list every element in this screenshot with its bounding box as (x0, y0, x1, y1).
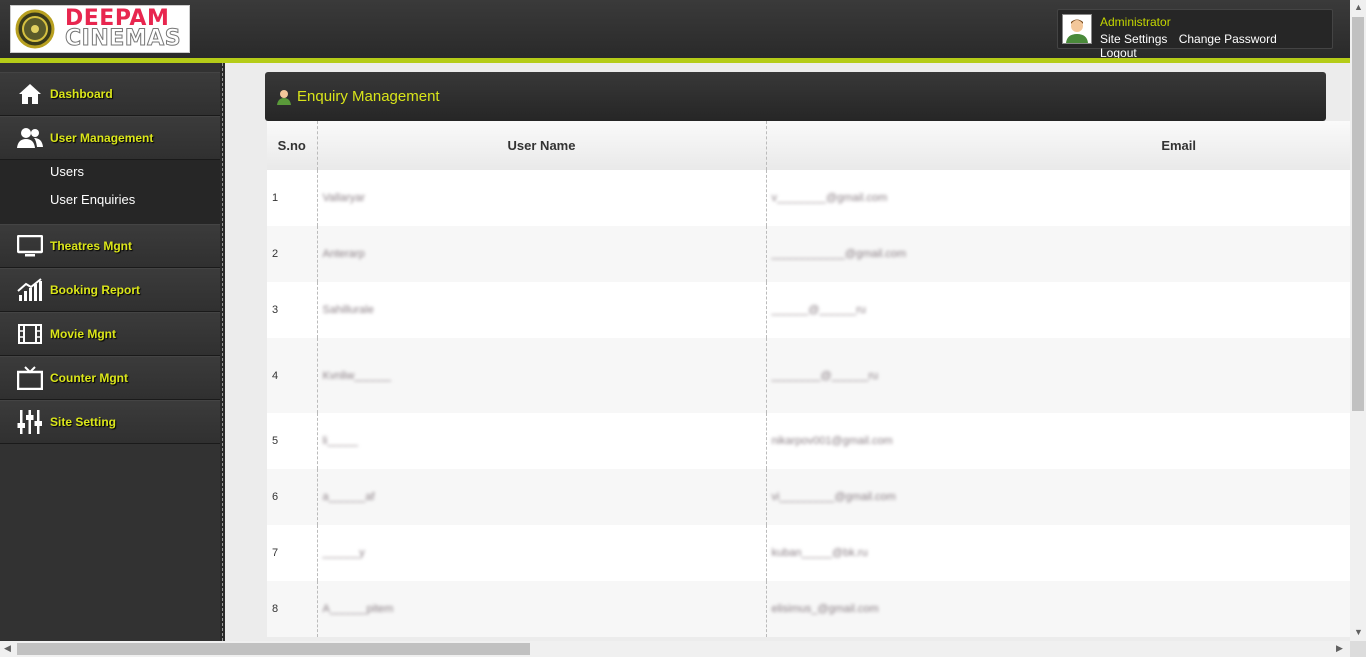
panel-title: Enquiry Management (297, 88, 440, 105)
cell-user-name: A______pitem (322, 603, 394, 615)
table-row: 7 ______y kuban_____@bk.ru (267, 525, 1350, 581)
cell-user-name: Sahillurale (322, 304, 374, 316)
film-reel-emblem-icon (11, 6, 59, 52)
cell-email: ______@______ru (771, 304, 866, 316)
table-row: 8 A______pitem elisimus_@gmail.com (267, 581, 1350, 637)
change-password-link[interactable]: Change Password (1179, 32, 1277, 46)
cell-sno: 7 (267, 525, 318, 581)
scroll-left-arrow-icon[interactable]: ◀ (4, 643, 11, 654)
cell-email: elisimus_@gmail.com (771, 603, 879, 615)
cell-user-name: Kvnliw______ (322, 369, 392, 382)
vertical-scrollbar-thumb[interactable] (1352, 17, 1364, 411)
site-settings-link[interactable]: Site Settings (1100, 32, 1167, 46)
table-row: 6 a______af vi_________@gmail.com (267, 469, 1350, 525)
cell-email: nikarpov001@gmail.com (771, 435, 893, 447)
cell-sno: 2 (267, 226, 318, 282)
scroll-down-arrow-icon[interactable]: ▼ (1354, 627, 1363, 637)
cell-user-name: a______af (322, 491, 375, 503)
sidebar-item-label: Theatres Mgnt (50, 239, 133, 253)
table-row: 5 li_____ nikarpov001@gmail.com (267, 413, 1350, 469)
sidebar-item-site-setting[interactable]: Site Setting (0, 400, 220, 444)
user-management-submenu: Users User Enquiries (0, 160, 220, 224)
top-header: DEEPAM CINEMAS Administrator Site Settin… (0, 0, 1350, 60)
main-content: Enquiry Management S.no User Name Email … (226, 63, 1350, 641)
cell-user-name: ______y (322, 547, 365, 559)
table-row: 3 Sahillurale ______@______ru (267, 282, 1350, 338)
sidebar-item-movie-mgnt[interactable]: Movie Mgnt (0, 312, 220, 356)
film-icon (17, 322, 43, 346)
cell-sno: 5 (267, 413, 318, 469)
submenu-item-users[interactable]: Users (50, 164, 84, 179)
table-row: 2 Anterarp ____________@gmail.com (267, 226, 1350, 282)
sidebar-item-label: Booking Report (50, 283, 140, 297)
sidebar-dashed-border (222, 63, 223, 641)
cell-sno: 4 (267, 338, 318, 413)
sidebar-item-label: Site Setting (50, 415, 117, 429)
horizontal-scrollbar-thumb[interactable] (17, 643, 530, 655)
sidebar-item-dashboard[interactable]: Dashboard (0, 72, 220, 116)
cell-sno: 6 (267, 469, 318, 525)
cell-email: vi_________@gmail.com (771, 491, 896, 503)
sidebar-item-label: User Management (50, 131, 154, 145)
column-header-user-name[interactable]: User Name (317, 121, 767, 170)
table-row: 1 Vallaryar v________@gmail.com (267, 170, 1350, 226)
cell-user-name: Anterarp (322, 248, 365, 260)
sliders-icon (17, 410, 43, 434)
cell-email: kuban_____@bk.ru (771, 547, 868, 559)
sidebar-item-theatres-mgnt[interactable]: Theatres Mgnt (0, 224, 220, 268)
bar-chart-icon (17, 278, 43, 302)
sidebar-item-user-management[interactable]: User Management (0, 116, 220, 160)
vertical-scrollbar[interactable]: ▲ ▼ (1350, 0, 1366, 641)
column-header-sno[interactable]: S.no (267, 121, 318, 170)
sidebar-item-counter-mgnt[interactable]: Counter Mgnt (0, 356, 220, 400)
cell-email: v________@gmail.com (771, 192, 888, 204)
user-avatar-icon (1062, 14, 1092, 44)
user-icon (277, 89, 291, 105)
cell-email: ____________@gmail.com (771, 248, 907, 260)
tv-icon (17, 366, 43, 390)
deepam-cinemas-logo[interactable]: DEEPAM CINEMAS (10, 5, 190, 53)
enquiry-table: S.no User Name Email 1 Vallaryar v______… (267, 121, 1350, 637)
submenu-item-user-enquiries[interactable]: User Enquiries (50, 192, 135, 207)
cell-sno: 8 (267, 581, 318, 637)
sidebar-item-label: Movie Mgnt (50, 327, 116, 341)
column-header-email[interactable]: Email (766, 121, 1350, 170)
home-icon (17, 82, 43, 106)
logo-text-bottom: CINEMAS (64, 26, 182, 51)
scroll-up-arrow-icon[interactable]: ▲ (1354, 2, 1363, 12)
panel-header: Enquiry Management (265, 72, 1326, 121)
users-icon (17, 126, 43, 150)
user-name: Administrator (1100, 15, 1171, 29)
cell-user-name: li_____ (322, 435, 358, 447)
monitor-icon (17, 234, 43, 258)
cell-user-name: Vallaryar (322, 192, 366, 204)
sidebar-item-booking-report[interactable]: Booking Report (0, 268, 220, 312)
horizontal-scrollbar[interactable]: ◀ ▶ (0, 641, 1350, 657)
cell-email: ________@______ru (771, 369, 879, 382)
user-box: Administrator Site Settings Change Passw… (1057, 9, 1333, 60)
table-row: 4 Kvnliw______ ________@______ru (267, 338, 1350, 413)
sidebar-item-label: Counter Mgnt (50, 371, 128, 385)
sidebar-item-label: Dashboard (50, 87, 113, 101)
cell-sno: 1 (267, 170, 318, 226)
scrollbar-corner (1350, 641, 1366, 657)
sidebar: Dashboard User Management Users User Enq… (0, 63, 220, 641)
cell-sno: 3 (267, 282, 318, 338)
scroll-right-arrow-icon[interactable]: ▶ (1336, 643, 1343, 654)
